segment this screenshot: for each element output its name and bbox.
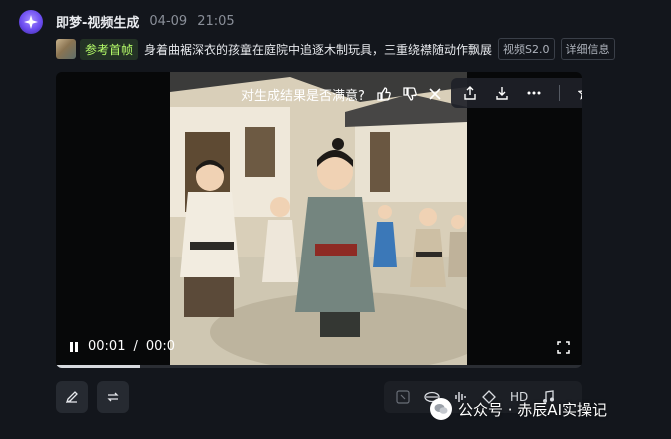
playback-controls: 00:01 / 00:0 — [68, 339, 175, 354]
message-time: 21:05 — [197, 14, 235, 29]
toolbar-divider — [559, 85, 560, 101]
pencil-icon — [65, 391, 78, 404]
feedback-question: 对生成结果是否满意? — [241, 88, 365, 104]
pause-icon[interactable] — [68, 341, 80, 353]
wechat-logo-icon — [430, 398, 452, 420]
video-player[interactable]: 对生成结果是否满意? 00:01 / 00:0 — [56, 72, 582, 368]
video-toolbar — [451, 78, 582, 108]
time-separator: / — [133, 339, 138, 354]
video-frame-illustration — [170, 72, 467, 368]
prompt-row: 参考首帧 身着曲裾深衣的孩童在庭院中追逐木制玩具，三重绕襟随动作飘展 视频S2.… — [56, 38, 651, 60]
sparkle-icon — [24, 15, 38, 29]
message-date: 04-09 — [149, 14, 188, 29]
download-icon[interactable] — [495, 86, 509, 100]
current-time: 00:01 — [88, 339, 126, 354]
share-icon[interactable] — [463, 86, 477, 100]
app-avatar — [19, 10, 43, 34]
frame-edit-icon[interactable] — [396, 390, 410, 404]
thumbs-up-icon[interactable] — [377, 87, 391, 101]
fullscreen-icon[interactable] — [557, 341, 570, 354]
feedback-bar: 对生成结果是否满意? — [235, 80, 447, 108]
details-button[interactable]: 详细信息 — [560, 38, 615, 60]
message-header: 即梦-视频生成 04-09 21:05 — [56, 12, 235, 31]
progress-bar[interactable] — [56, 365, 582, 368]
model-badge: 视频S2.0 — [498, 38, 555, 60]
refresh-icon — [107, 392, 119, 402]
app-title: 即梦-视频生成 — [56, 16, 140, 31]
progress-fill — [56, 365, 141, 368]
more-icon[interactable] — [527, 91, 541, 95]
star-icon[interactable] — [578, 86, 582, 100]
duration: 00:0 — [145, 339, 176, 354]
thumbs-down-icon[interactable] — [403, 87, 417, 101]
reference-thumbnail[interactable] — [56, 39, 76, 59]
close-icon[interactable] — [429, 88, 441, 100]
video-frame — [170, 72, 467, 368]
watermark-text: 公众号 · 赤辰AI实操记 — [458, 400, 607, 419]
edit-button[interactable] — [56, 381, 88, 413]
regenerate-button[interactable] — [97, 381, 129, 413]
prompt-text: 身着曲裾深衣的孩童在庭院中追逐木制玩具，三重绕襟随动作飘展 — [144, 42, 493, 57]
wechat-watermark: 公众号 · 赤辰AI实操记 — [430, 398, 607, 420]
reference-frame-link[interactable]: 参考首帧 — [80, 38, 139, 60]
